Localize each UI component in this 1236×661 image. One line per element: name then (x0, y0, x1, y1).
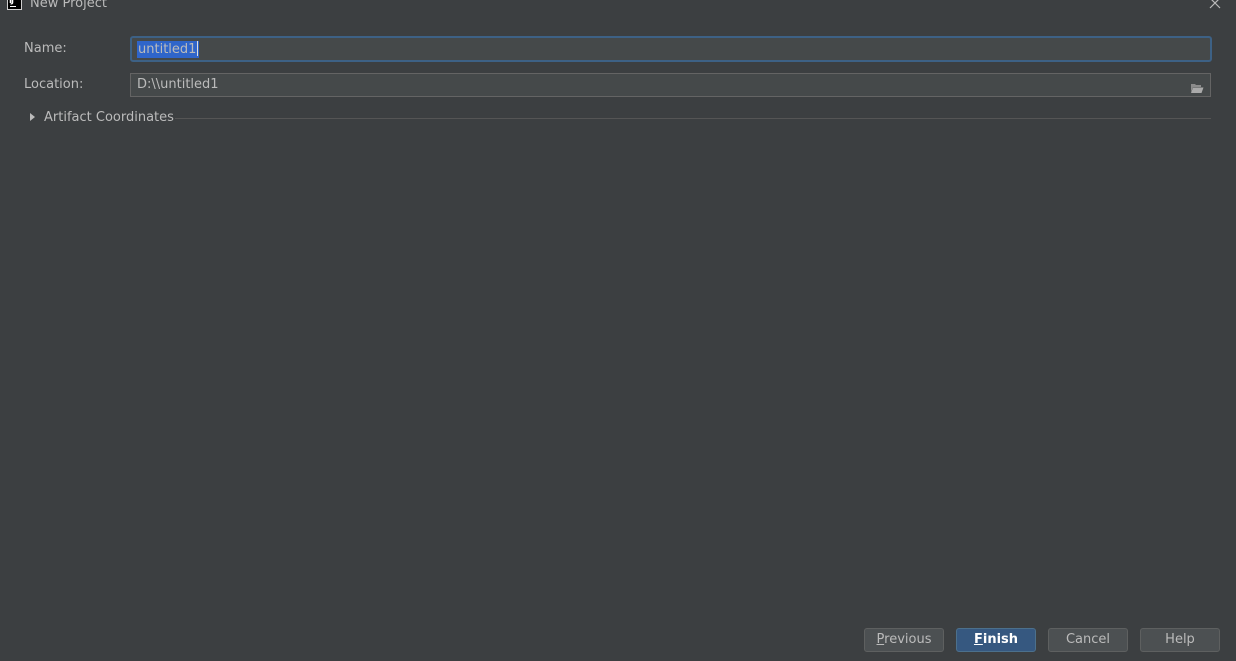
text-caret (197, 41, 199, 56)
intellij-idea-icon (7, 0, 22, 10)
finish-button[interactable]: Finish (956, 628, 1036, 652)
location-label: Location: (24, 77, 84, 92)
artifact-coordinates-section[interactable]: Artifact Coordinates (30, 110, 1211, 128)
expand-arrow-icon[interactable] (30, 113, 35, 121)
folder-open-icon[interactable] (1190, 79, 1204, 93)
artifact-coordinates-label[interactable]: Artifact Coordinates (44, 110, 174, 125)
help-button[interactable]: Help (1140, 628, 1220, 652)
previous-label: revious (884, 632, 932, 647)
finish-label: inish (982, 632, 1019, 647)
finish-mnemonic: F (973, 632, 983, 647)
window-title: New Project (30, 0, 107, 11)
name-input-value: untitled1 (137, 41, 200, 58)
location-input-value: D:\\untitled1 (137, 77, 219, 92)
title-bar: New Project (0, 0, 1236, 14)
previous-mnemonic: P (876, 632, 885, 647)
new-project-dialog: New Project Name: untitled1 Location: D:… (0, 0, 1236, 661)
name-input[interactable]: untitled1 (130, 36, 1212, 62)
cancel-button[interactable]: Cancel (1048, 628, 1128, 652)
name-label: Name: (24, 41, 67, 56)
name-input-text: untitled1 (138, 42, 197, 57)
previous-button[interactable]: Previous (864, 628, 944, 652)
close-icon[interactable] (1208, 0, 1222, 10)
section-divider (175, 118, 1211, 119)
location-input[interactable]: D:\\untitled1 (130, 73, 1211, 97)
